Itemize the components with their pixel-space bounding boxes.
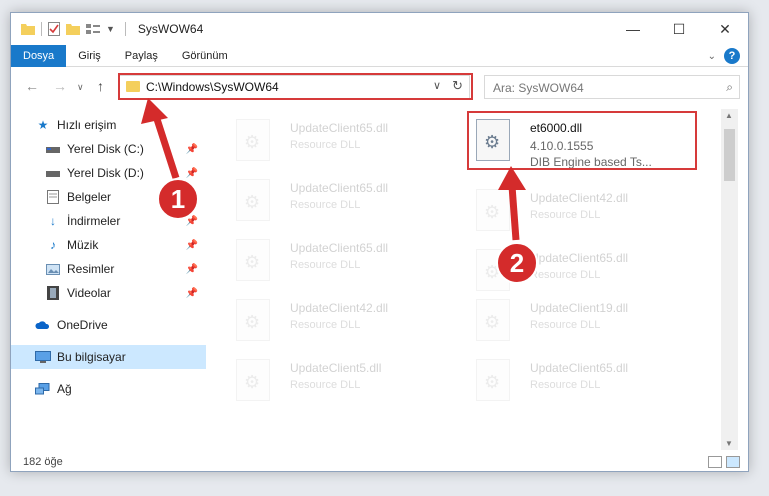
arrow-1 (141, 98, 180, 180)
arrow-2 (498, 166, 526, 241)
callout-badge-2: 2 (496, 242, 538, 284)
callout-badge-1: 1 (157, 178, 199, 220)
callout-arrows (141, 98, 526, 241)
